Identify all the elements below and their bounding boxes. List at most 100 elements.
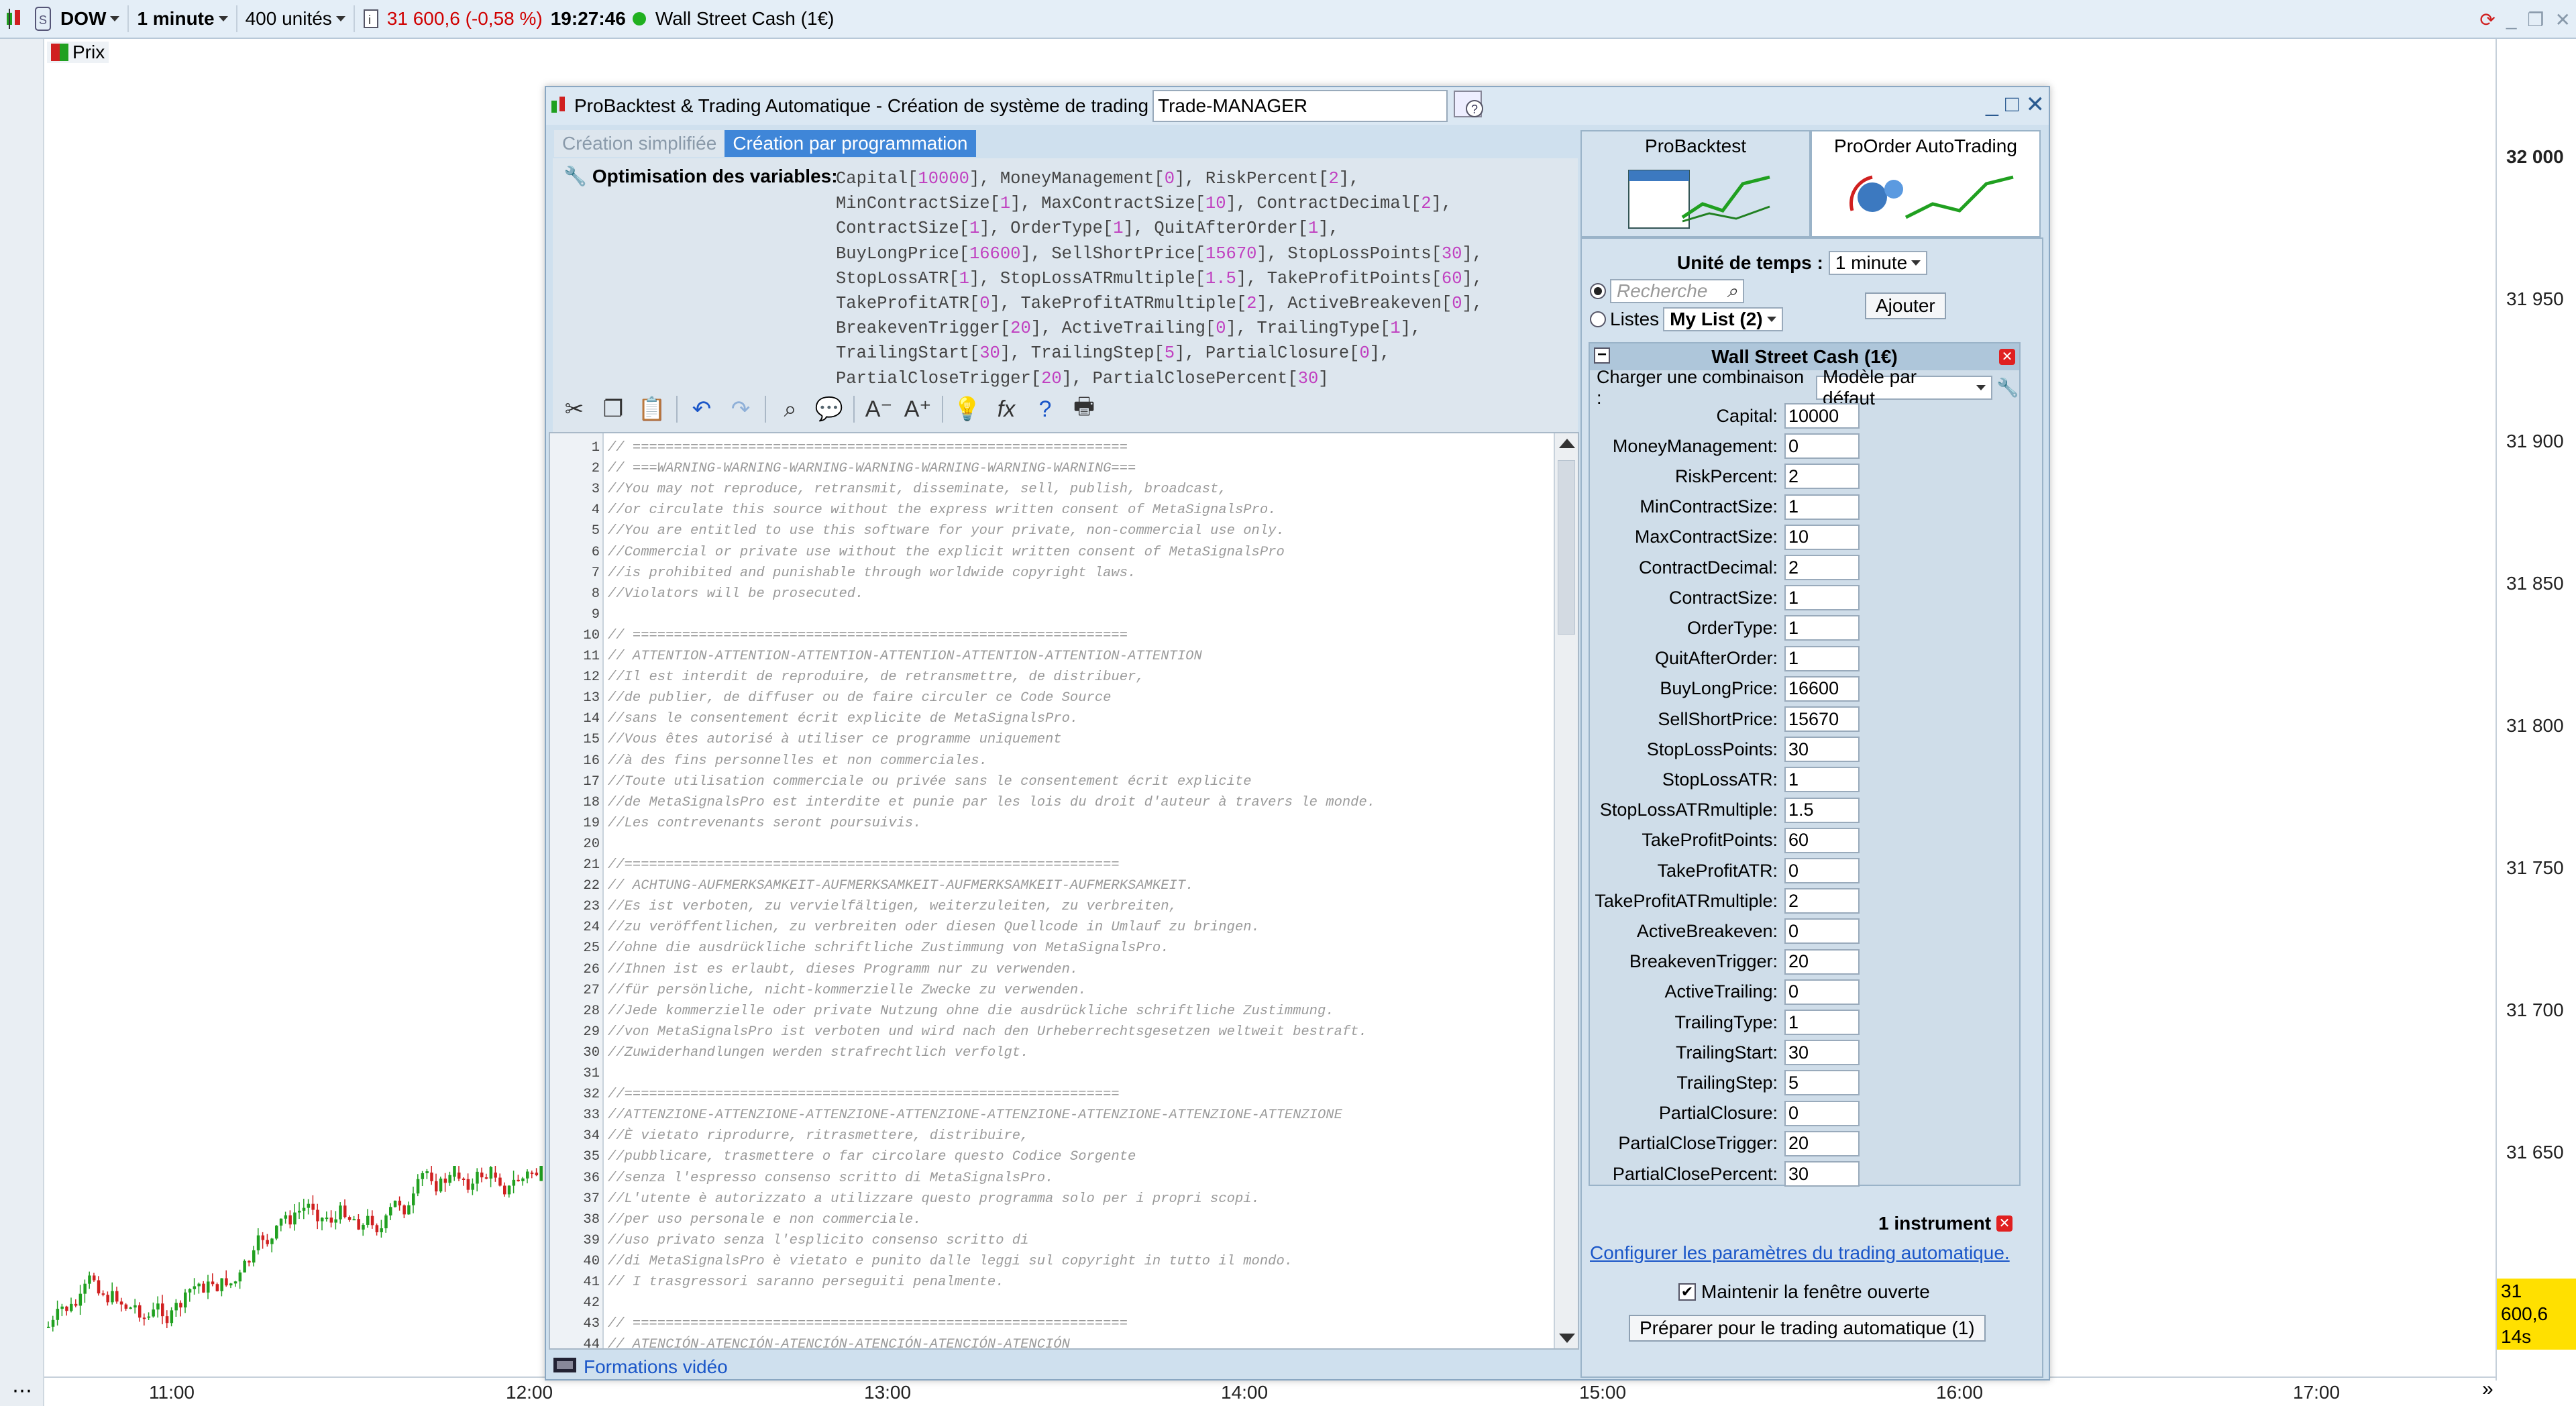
configure-link[interactable]: Configurer les paramètres du trading aut… bbox=[1590, 1242, 2010, 1264]
param-input[interactable]: 16600 bbox=[1784, 675, 1860, 702]
tab-programming[interactable]: Création par programmation bbox=[724, 130, 976, 157]
redo-icon[interactable]: ↷ bbox=[726, 394, 755, 424]
timeframe-select[interactable]: 1 minute bbox=[133, 0, 231, 38]
video-tutorials-link[interactable]: Formations vidéo bbox=[584, 1356, 728, 1378]
param-input[interactable]: 30 bbox=[1784, 1161, 1860, 1187]
param-input[interactable]: 1 bbox=[1784, 585, 1860, 611]
dialog-titlebar[interactable]: ProBacktest & Trading Automatique - Créa… bbox=[546, 87, 2049, 125]
code-line: 24 //zu veröffentlichen, zu verbreiten od… bbox=[550, 917, 1550, 938]
dialog-close-icon[interactable]: ✕ bbox=[2026, 91, 2045, 118]
more-icon[interactable]: ⋯ bbox=[0, 1379, 44, 1406]
param-input[interactable]: 1 bbox=[1784, 645, 1860, 671]
param-input[interactable]: 0 bbox=[1784, 979, 1860, 1005]
lists-radio[interactable] bbox=[1590, 311, 1606, 327]
undo-icon[interactable]: ↶ bbox=[687, 394, 716, 424]
remove-instrument-icon[interactable]: ✕ bbox=[1999, 349, 2015, 365]
list-select[interactable]: My List (2) bbox=[1663, 307, 1783, 331]
link-icon[interactable]: S bbox=[30, 0, 56, 38]
candle-body bbox=[243, 1260, 246, 1273]
code-editor[interactable]: 1 // ====================================… bbox=[549, 432, 1579, 1350]
param-input[interactable]: 1 bbox=[1784, 1010, 1860, 1035]
combination-select[interactable]: Modèle par défaut bbox=[1816, 366, 1993, 409]
param-input[interactable]: 5 bbox=[1784, 1070, 1860, 1096]
help-icon[interactable]: ? bbox=[1453, 89, 1487, 124]
scroll-thumb[interactable] bbox=[1558, 460, 1575, 635]
keep-open-checkbox[interactable]: ✔ bbox=[1678, 1283, 1696, 1301]
scroll-right-icon[interactable]: » bbox=[2482, 1378, 2493, 1401]
cut-icon[interactable]: ✂ bbox=[559, 394, 589, 424]
param-input[interactable]: 10000 bbox=[1784, 403, 1860, 429]
candle-countdown: 14s bbox=[2501, 1326, 2532, 1347]
param-input[interactable]: 15670 bbox=[1784, 706, 1860, 732]
param-input[interactable]: 2 bbox=[1784, 464, 1860, 490]
param-input[interactable]: 1 bbox=[1784, 767, 1860, 793]
tab-proorder[interactable]: ProOrder AutoTrading bbox=[1811, 130, 2041, 237]
code-text: //Toute utilisation commerciale ou privé… bbox=[608, 773, 1252, 790]
param-input[interactable]: 30 bbox=[1784, 737, 1860, 763]
price-axis[interactable]: 32 000 31 950 31 900 31 850 31 800 31 75… bbox=[2496, 39, 2576, 1381]
candle-body bbox=[311, 1203, 315, 1210]
sync-icon[interactable]: ⟳ bbox=[2479, 9, 2495, 31]
restore-icon[interactable]: ❐ bbox=[2527, 9, 2544, 31]
param-input[interactable]: 30 bbox=[1784, 1040, 1860, 1066]
function-icon[interactable]: fx bbox=[991, 394, 1021, 424]
system-name-input[interactable]: Trade-MANAGER bbox=[1152, 90, 1448, 122]
info-icon[interactable]: i bbox=[359, 0, 383, 38]
param-input[interactable]: 0 bbox=[1784, 1100, 1860, 1126]
optim-variables[interactable]: Capital[10000], MoneyManagement[0], Risk… bbox=[836, 166, 1567, 391]
param-row: TrailingType: 1 bbox=[1590, 1009, 2019, 1036]
code-text: // ===WARNING-WARNING-WARNING-WARNING-WA… bbox=[608, 461, 1136, 477]
magnifier-icon[interactable]: ⌕ bbox=[1727, 280, 1737, 303]
param-input[interactable]: 0 bbox=[1784, 858, 1860, 883]
param-input[interactable]: 1 bbox=[1784, 615, 1860, 641]
param-input[interactable]: 20 bbox=[1784, 1130, 1860, 1156]
code-text: // I trasgressori saranno perseguiti pen… bbox=[608, 1275, 1004, 1290]
dialog-maximize-icon[interactable]: □ bbox=[2005, 91, 2019, 118]
lists-row: Listes My List (2) bbox=[1590, 307, 1783, 331]
prepare-autotrading-button[interactable]: Préparer pour le trading automatique (1) bbox=[1629, 1315, 1986, 1342]
param-input[interactable]: 60 bbox=[1784, 827, 1860, 853]
param-input[interactable]: 10 bbox=[1784, 524, 1860, 550]
search-radio[interactable] bbox=[1590, 283, 1606, 299]
param-input[interactable]: 1.5 bbox=[1784, 797, 1860, 823]
paste-icon[interactable]: 📋 bbox=[637, 394, 667, 424]
print-icon[interactable]: 🖶 bbox=[1069, 394, 1099, 424]
tab-simple[interactable]: Création simplifiée bbox=[554, 130, 725, 157]
param-input[interactable]: 1 bbox=[1784, 494, 1860, 520]
collapse-icon[interactable]: − bbox=[1594, 347, 1610, 364]
tab-probacktest[interactable]: ProBacktest bbox=[1580, 130, 1811, 237]
remove-all-icon[interactable]: ✕ bbox=[1996, 1215, 2013, 1232]
bulb-icon[interactable]: 💡 bbox=[953, 394, 982, 424]
search-input[interactable]: Recherche ⌕ bbox=[1610, 279, 1744, 303]
param-input[interactable]: 20 bbox=[1784, 949, 1860, 975]
code-line: 26 //Ihnen ist es erlaubt, dieses Program… bbox=[550, 959, 1550, 980]
time-axis[interactable]: 11:00 12:00 13:00 14:00 15:00 16:00 17:0… bbox=[44, 1376, 2496, 1406]
param-input[interactable]: 0 bbox=[1784, 918, 1860, 944]
search-icon[interactable]: ⌕ bbox=[775, 394, 805, 424]
scroll-down-icon[interactable] bbox=[1559, 1334, 1575, 1343]
font-larger-icon[interactable]: A⁺ bbox=[903, 394, 932, 424]
code-text: // =====================================… bbox=[608, 627, 1128, 643]
copy-icon[interactable]: ❐ bbox=[598, 394, 628, 424]
legend-prix[interactable]: Prix bbox=[47, 42, 109, 63]
comment-icon[interactable]: 💬 bbox=[814, 394, 844, 424]
code-line: 9 bbox=[550, 604, 1550, 625]
param-input[interactable]: 2 bbox=[1784, 555, 1860, 580]
dialog-minimize-icon[interactable]: _ bbox=[1986, 91, 1998, 118]
scroll-up-icon[interactable] bbox=[1559, 439, 1575, 448]
time-unit-select[interactable]: 1 minute bbox=[1828, 251, 1928, 275]
wrench-settings-icon[interactable]: 🔧 bbox=[1996, 377, 2019, 398]
param-input[interactable]: 0 bbox=[1784, 433, 1860, 459]
help-circle-icon[interactable]: ? bbox=[1030, 394, 1060, 424]
symbol-label: DOW bbox=[60, 8, 107, 29]
font-smaller-icon[interactable]: A⁻ bbox=[864, 394, 894, 424]
symbol-select[interactable]: DOW bbox=[56, 0, 123, 38]
add-button[interactable]: Ajouter bbox=[1865, 292, 1946, 319]
close-icon[interactable]: ✕ bbox=[2555, 9, 2571, 31]
chart-type-icon[interactable] bbox=[0, 0, 30, 38]
editor-scrollbar[interactable] bbox=[1554, 433, 1578, 1348]
param-input[interactable]: 2 bbox=[1784, 888, 1860, 914]
minimize-icon[interactable]: _ bbox=[2506, 9, 2517, 30]
units-select[interactable]: 400 unités bbox=[241, 0, 350, 38]
optim-line: BreakevenTrigger[20], ActiveTrailing[0],… bbox=[836, 319, 1421, 339]
